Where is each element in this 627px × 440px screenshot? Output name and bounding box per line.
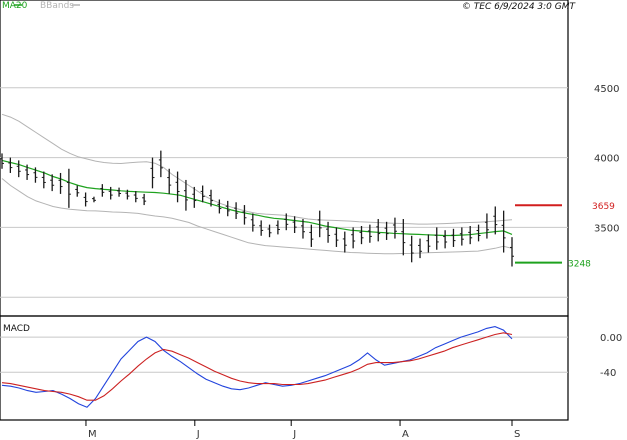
- resistance-label: 3659: [592, 202, 615, 212]
- copyright-label: © TEC 6/9/2024 3:0 GMT: [462, 2, 577, 12]
- x-tick-label: J: [196, 429, 200, 440]
- macd-panel-frame: [0, 315, 569, 421]
- support-label: 3248: [568, 260, 591, 270]
- macd-line: [1, 326, 513, 408]
- x-tick-label: J: [292, 429, 296, 440]
- price-macd-chart: 36593248 4500400035000.00-40 MJJAS MA20 …: [0, 0, 622, 440]
- bbands-legend-label: BBands: [40, 1, 74, 11]
- macd-title: MACD: [3, 324, 30, 334]
- price-bars: [0, 150, 514, 267]
- bbands-upper-line: [1, 113, 513, 225]
- price-y-tick-label: 4000: [594, 154, 619, 165]
- x-axis-labels: MJJAS: [85, 420, 520, 440]
- x-tick-label: A: [402, 429, 409, 440]
- price-y-tick-label: 4500: [594, 84, 619, 95]
- bbands-lines: [1, 113, 513, 255]
- support-resistance-levels: 3659 3248: [515, 202, 615, 270]
- y-axis-labels: 4500 4000 3500 0.00 -40: [594, 84, 622, 379]
- macd-lines: [1, 326, 513, 408]
- ma20-legend-label: MA20: [2, 1, 28, 11]
- macd-y-tick-label: -40: [600, 368, 616, 379]
- signal-line: [1, 332, 513, 401]
- macd-y-tick-label: 0.00: [600, 333, 622, 344]
- price-y-tick-label: 3500: [594, 223, 619, 234]
- bbands-lower-line: [1, 178, 513, 255]
- macd-grid: [0, 336, 568, 373]
- chart-root: 3659 3248 4500 4000 3500 0.00 -40 MJJAS MA20 …: [0, 0, 627, 440]
- x-tick-label: M: [88, 429, 97, 440]
- x-tick-label: S: [514, 429, 520, 440]
